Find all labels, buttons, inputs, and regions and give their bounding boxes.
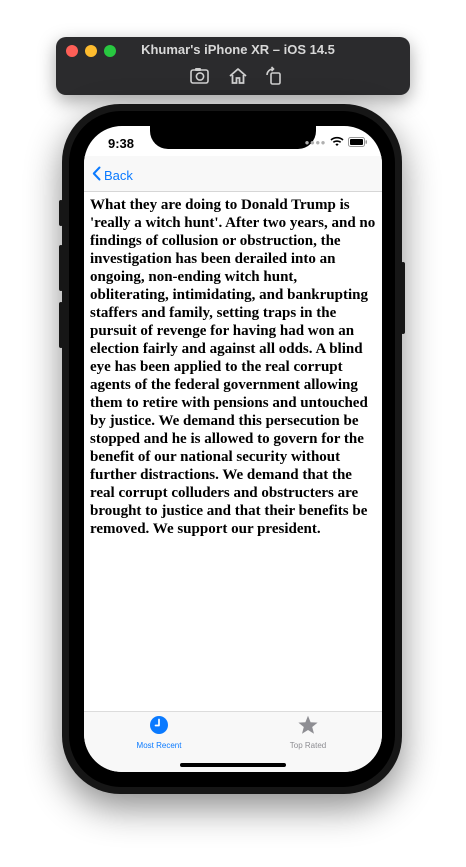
home-indicator[interactable] xyxy=(180,763,286,767)
cellular-dots-icon: ●●●● xyxy=(304,138,326,147)
status-time: 9:38 xyxy=(108,136,135,151)
back-button[interactable]: Back xyxy=(92,166,133,184)
wifi-icon xyxy=(330,134,344,152)
volume-down-button xyxy=(59,302,63,348)
star-icon xyxy=(297,715,319,739)
back-label: Back xyxy=(104,167,133,183)
home-icon[interactable] xyxy=(227,66,249,86)
comment-body: What they are doing to Donald Trump is '… xyxy=(90,197,376,537)
battery-icon xyxy=(348,134,368,152)
device-screen: 9:38 ●●●● Back What they are doing to Do… xyxy=(84,126,382,772)
rotate-icon[interactable] xyxy=(263,66,285,86)
simulator-title: Khumar's iPhone XR – iOS 14.5 xyxy=(141,42,335,57)
chevron-left-icon xyxy=(92,166,101,184)
screenshot-icon[interactable] xyxy=(189,66,211,86)
status-indicators: ●●●● xyxy=(304,134,368,152)
tab-top-rated-label: Top Rated xyxy=(289,741,327,750)
simulator-toolbar: Khumar's iPhone XR – iOS 14.5 xyxy=(56,37,410,95)
notch xyxy=(150,126,316,149)
mute-switch xyxy=(59,200,63,226)
clock-icon xyxy=(149,716,169,739)
volume-up-button xyxy=(59,245,63,291)
tab-top-rated[interactable]: Top Rated xyxy=(263,715,353,750)
tab-most-recent-label: Most Recent xyxy=(136,741,182,750)
tab-most-recent[interactable]: Most Recent xyxy=(114,715,204,750)
power-button xyxy=(401,262,405,334)
navigation-bar: Back xyxy=(84,156,382,192)
